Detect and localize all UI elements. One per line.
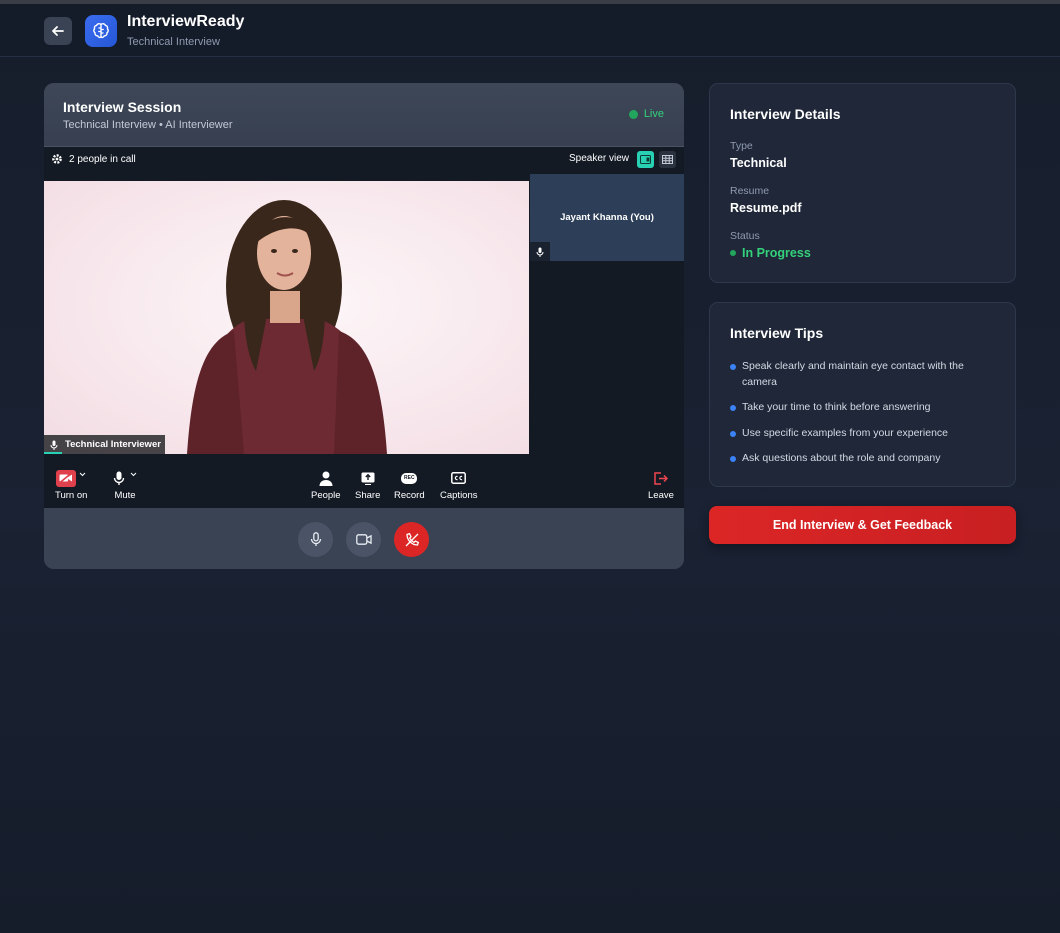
tip-text: Use specific examples from your experien… [742, 427, 949, 439]
end-interview-button[interactable]: End Interview & Get Feedback [709, 506, 1016, 544]
tip-item: Use specific examples from your experien… [730, 425, 1000, 441]
resume-value: Resume.pdf [730, 201, 802, 215]
mic-icon [50, 440, 58, 450]
camera-toggle-button[interactable]: Turn on [55, 469, 87, 501]
speaking-indicator [44, 452, 62, 454]
mute-button[interactable]: Mute [113, 469, 137, 501]
leave-icon [654, 471, 669, 485]
app-header: InterviewReady Technical Interview [0, 4, 1060, 57]
speaker-layout-icon [640, 155, 651, 164]
record-icon: REC [401, 472, 418, 484]
captions-label: Captions [440, 490, 478, 501]
bullet-icon [730, 364, 736, 370]
type-label: Type [730, 140, 753, 152]
arrow-left-icon [52, 26, 64, 36]
record-button[interactable]: REC Record [394, 469, 425, 501]
interviewer-video: Technical Interviewer [44, 181, 529, 454]
microphone-icon [310, 532, 321, 546]
participant-label: Technical Interviewer [44, 435, 165, 454]
gear-icon [52, 154, 62, 164]
status-label: Status [730, 230, 760, 242]
grid-view-button[interactable] [659, 151, 676, 168]
grid-icon [662, 155, 673, 164]
live-dot-icon [628, 109, 638, 119]
back-button[interactable] [44, 17, 72, 45]
status-value: In Progress [730, 246, 811, 260]
leave-label: Leave [648, 490, 674, 501]
call-action-bar [44, 508, 684, 569]
captions-icon [451, 472, 467, 484]
bullet-icon [730, 431, 736, 437]
app-title: InterviewReady [127, 13, 245, 30]
mic-icon [113, 471, 125, 485]
people-count-label: 2 people in call [69, 153, 136, 165]
bullet-icon [730, 456, 736, 462]
meeting-controls-bar: Turn on Mute People Share REC Record Cap… [44, 461, 684, 508]
app-subtitle: Technical Interview [127, 36, 220, 48]
resume-label: Resume [730, 185, 770, 197]
video-meeting-embed: 2 people in call Speaker view Technical … [44, 147, 684, 508]
details-title: Interview Details [730, 106, 841, 122]
tip-item: Take your time to think before answering [730, 399, 1000, 415]
session-title: Interview Session [63, 99, 182, 115]
camera-off-icon [56, 469, 77, 487]
self-mic-indicator [530, 242, 550, 261]
video-camera-icon [355, 534, 372, 545]
tip-item: Speak clearly and maintain eye contact w… [730, 358, 1000, 390]
share-button[interactable]: Share [355, 469, 380, 501]
people-label: People [311, 490, 341, 501]
chevron-down-icon[interactable] [130, 472, 137, 477]
speaker-view-button[interactable] [637, 151, 654, 168]
microphone-button[interactable] [298, 522, 333, 557]
person-icon [319, 471, 333, 486]
captions-button[interactable]: Captions [440, 469, 478, 501]
bullet-icon [730, 405, 736, 411]
interview-tips-panel: Interview Tips Speak clearly and maintai… [709, 302, 1016, 487]
speaker-view-label: Speaker view [569, 153, 630, 164]
people-button[interactable]: People [311, 469, 341, 501]
session-subtitle: Technical Interview • AI Interviewer [63, 119, 233, 131]
tip-text: Speak clearly and maintain eye contact w… [742, 360, 964, 388]
people-count[interactable]: 2 people in call [51, 153, 136, 165]
status-value-text: In Progress [742, 246, 811, 260]
tips-title: Interview Tips [730, 325, 824, 341]
phone-off-icon [405, 532, 419, 546]
interview-session-card: Interview Session Technical Interview • … [44, 83, 684, 569]
session-header: Interview Session Technical Interview • … [44, 83, 684, 147]
live-status: Live [628, 108, 664, 120]
status-dot-icon [730, 250, 736, 256]
tip-item: Ask questions about the role and company [730, 450, 1000, 466]
meeting-top-bar: 2 people in call Speaker view [44, 147, 684, 173]
tip-text: Take your time to think before answering [742, 401, 931, 413]
record-label: Record [394, 490, 425, 501]
tip-text: Ask questions about the role and company [742, 452, 941, 464]
mic-icon [536, 247, 544, 257]
interviewer-avatar-image [187, 200, 387, 454]
live-label: Live [643, 108, 664, 120]
type-value: Technical [730, 156, 787, 170]
participant-name: Technical Interviewer [65, 439, 161, 450]
chevron-down-icon[interactable] [79, 472, 86, 477]
share-screen-icon [361, 472, 375, 485]
self-participant-name: Jayant Khanna (You) [560, 212, 654, 223]
mute-label: Mute [114, 490, 136, 501]
leave-button[interactable]: Leave [648, 469, 674, 501]
share-label: Share [355, 490, 381, 501]
end-call-button[interactable] [394, 522, 429, 557]
camera-toggle-label: Turn on [55, 490, 88, 501]
brain-logo-icon [85, 15, 117, 47]
camera-button[interactable] [346, 522, 381, 557]
interview-details-panel: Interview Details Type Technical Resume … [709, 83, 1016, 283]
self-video-tile[interactable]: Jayant Khanna (You) [530, 174, 684, 261]
